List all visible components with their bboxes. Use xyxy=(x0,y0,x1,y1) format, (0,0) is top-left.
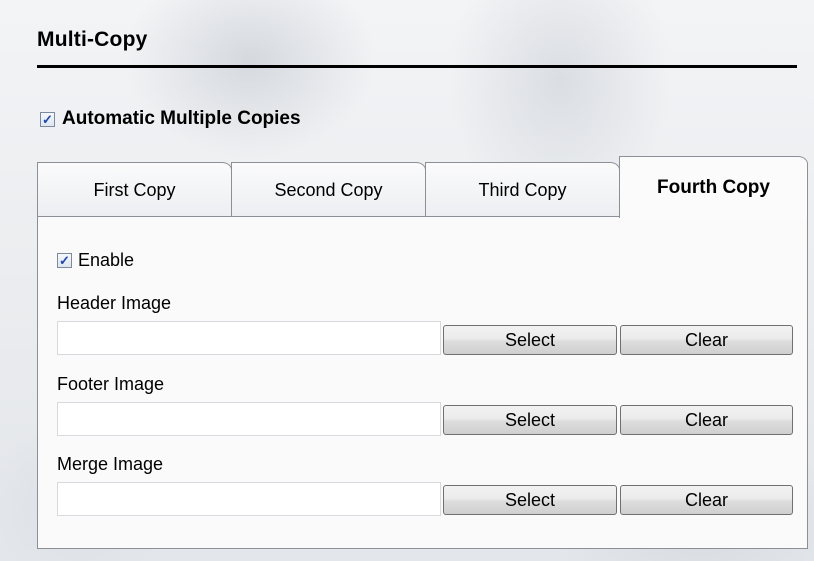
tab-fourth-copy[interactable]: Fourth Copy xyxy=(619,156,808,218)
footer-image-clear-button[interactable]: Clear xyxy=(620,405,793,435)
merge-image-label: Merge Image xyxy=(57,454,164,474)
copy-tabs: First Copy Second Copy Third Copy Fourth… xyxy=(37,156,808,218)
header-image-input[interactable] xyxy=(57,321,441,355)
footer-image-input[interactable] xyxy=(57,402,441,436)
header-image-clear-button[interactable]: Clear xyxy=(620,325,793,355)
tab-third-copy[interactable]: Third Copy xyxy=(425,162,620,217)
enable-checkbox[interactable]: ✓ xyxy=(57,253,72,268)
section-divider xyxy=(37,65,797,68)
header-image-label: Header Image xyxy=(57,293,172,313)
automatic-multiple-copies-checkbox[interactable]: ✓ xyxy=(40,111,55,127)
footer-image-label: Footer Image xyxy=(57,374,165,394)
tab-second-copy[interactable]: Second Copy xyxy=(231,162,426,217)
merge-image-clear-button[interactable]: Clear xyxy=(620,485,793,515)
merge-image-select-button[interactable]: Select xyxy=(443,485,617,515)
enable-label[interactable]: Enable xyxy=(78,250,134,271)
check-icon: ✓ xyxy=(59,253,70,268)
section-title: Multi-Copy xyxy=(37,28,148,51)
check-icon: ✓ xyxy=(42,111,53,127)
tab-panel-fourth-copy: ✓ Enable Header Image Select Clear Foote… xyxy=(37,216,808,549)
footer-image-select-button[interactable]: Select xyxy=(443,405,617,435)
tab-first-copy[interactable]: First Copy xyxy=(37,162,232,217)
header-image-select-button[interactable]: Select xyxy=(443,325,617,355)
automatic-multiple-copies-row[interactable]: ✓ Automatic Multiple Copies xyxy=(40,108,301,130)
merge-image-input[interactable] xyxy=(57,482,441,516)
automatic-multiple-copies-label[interactable]: Automatic Multiple Copies xyxy=(62,108,301,130)
enable-row[interactable]: ✓ Enable xyxy=(57,250,134,271)
